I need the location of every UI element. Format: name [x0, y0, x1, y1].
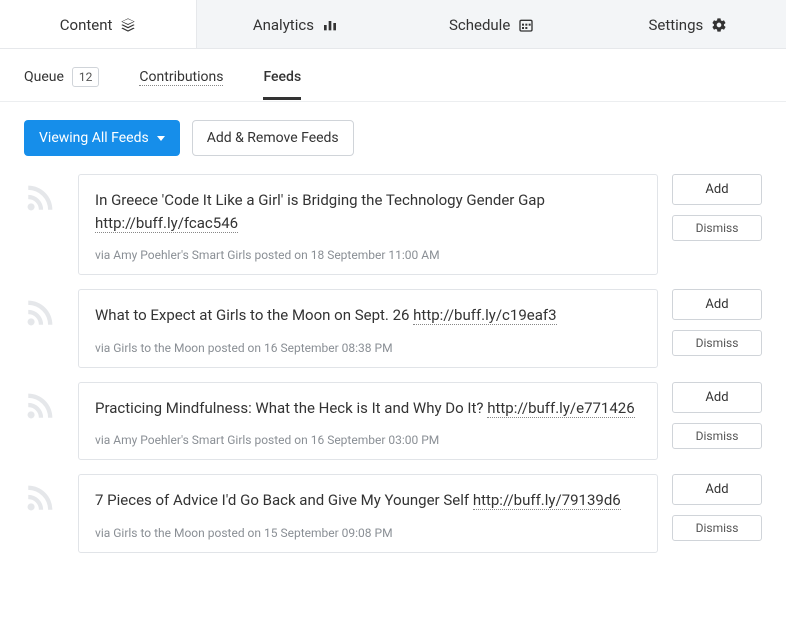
feed-row: In Greece 'Code It Like a Girl' is Bridg… [24, 174, 762, 275]
add-button[interactable]: Add [672, 474, 762, 505]
feed-meta: via Amy Poehler's Smart Girls posted on … [95, 433, 641, 447]
add-remove-feeds-label: Add & Remove Feeds [207, 130, 339, 146]
feed-card: What to Expect at Girls to the Moon on S… [78, 289, 658, 368]
rss-icon [24, 289, 64, 329]
feed-url[interactable]: http://buff.ly/79139d6 [473, 491, 621, 510]
viewing-all-feeds-button[interactable]: Viewing All Feeds [24, 120, 180, 156]
feed-row: 7 Pieces of Advice I'd Go Back and Give … [24, 474, 762, 553]
feed-title: 7 Pieces of Advice I'd Go Back and Give … [95, 491, 469, 509]
add-remove-feeds-button[interactable]: Add & Remove Feeds [192, 120, 354, 156]
rss-icon [24, 382, 64, 422]
tab-settings-label: Settings [648, 16, 703, 34]
feed-title-line: In Greece 'Code It Like a Girl' is Bridg… [95, 189, 641, 234]
viewing-all-feeds-label: Viewing All Feeds [39, 130, 149, 146]
feed-list: In Greece 'Code It Like a Girl' is Bridg… [0, 168, 786, 587]
feed-meta: via Girls to the Moon posted on 16 Septe… [95, 341, 641, 355]
feed-meta: via Amy Poehler's Smart Girls posted on … [95, 248, 641, 262]
tab-analytics[interactable]: Analytics [197, 0, 393, 48]
tab-settings[interactable]: Settings [590, 0, 786, 48]
feed-url[interactable]: http://buff.ly/e771426 [487, 399, 634, 418]
calendar-icon [518, 17, 534, 33]
rss-icon [24, 174, 64, 214]
add-button[interactable]: Add [672, 174, 762, 205]
feed-actions: Add Dismiss [672, 174, 762, 241]
stack-icon [120, 17, 136, 33]
feed-title: What to Expect at Girls to the Moon on S… [95, 306, 409, 324]
feed-card: Practicing Mindfulness: What the Heck is… [78, 382, 658, 461]
subtab-queue[interactable]: Queue 12 [24, 67, 99, 101]
dismiss-button[interactable]: Dismiss [672, 215, 762, 241]
tab-content[interactable]: Content [0, 0, 197, 48]
feed-title-line: Practicing Mindfulness: What the Heck is… [95, 397, 641, 420]
gear-icon [711, 17, 727, 33]
tab-content-label: Content [60, 16, 113, 34]
add-button[interactable]: Add [672, 289, 762, 320]
feed-row: What to Expect at Girls to the Moon on S… [24, 289, 762, 368]
feed-card: In Greece 'Code It Like a Girl' is Bridg… [78, 174, 658, 275]
feed-url[interactable]: http://buff.ly/fcac546 [95, 214, 238, 233]
add-button[interactable]: Add [672, 382, 762, 413]
dismiss-button[interactable]: Dismiss [672, 423, 762, 449]
dismiss-button[interactable]: Dismiss [672, 330, 762, 356]
tab-schedule[interactable]: Schedule [394, 0, 590, 48]
queue-count-badge: 12 [72, 67, 100, 87]
feed-meta: via Girls to the Moon posted on 15 Septe… [95, 526, 641, 540]
feed-card: 7 Pieces of Advice I'd Go Back and Give … [78, 474, 658, 553]
tab-schedule-label: Schedule [449, 16, 510, 34]
sub-tabs: Queue 12 Contributions Feeds [0, 49, 786, 102]
feed-title: In Greece 'Code It Like a Girl' is Bridg… [95, 191, 545, 209]
subtab-contributions-label: Contributions [139, 69, 223, 86]
subtab-feeds[interactable]: Feeds [263, 69, 301, 99]
feed-actions: Add Dismiss [672, 382, 762, 449]
subtab-feeds-label: Feeds [263, 69, 301, 85]
top-tabs: Content Analytics Schedule Settings [0, 0, 786, 49]
feed-title-line: What to Expect at Girls to the Moon on S… [95, 304, 641, 327]
feed-title: Practicing Mindfulness: What the Heck is… [95, 399, 484, 417]
feed-actions: Add Dismiss [672, 474, 762, 541]
feed-url[interactable]: http://buff.ly/c19eaf3 [413, 306, 556, 325]
bars-icon [322, 17, 338, 33]
feed-title-line: 7 Pieces of Advice I'd Go Back and Give … [95, 489, 641, 512]
chevron-down-icon [157, 136, 165, 141]
subtab-contributions[interactable]: Contributions [139, 69, 223, 99]
feed-row: Practicing Mindfulness: What the Heck is… [24, 382, 762, 461]
dismiss-button[interactable]: Dismiss [672, 515, 762, 541]
rss-icon [24, 474, 64, 514]
feed-actions: Add Dismiss [672, 289, 762, 356]
subtab-queue-label: Queue [24, 69, 64, 85]
tab-analytics-label: Analytics [253, 16, 314, 34]
feeds-toolbar: Viewing All Feeds Add & Remove Feeds [0, 102, 786, 168]
